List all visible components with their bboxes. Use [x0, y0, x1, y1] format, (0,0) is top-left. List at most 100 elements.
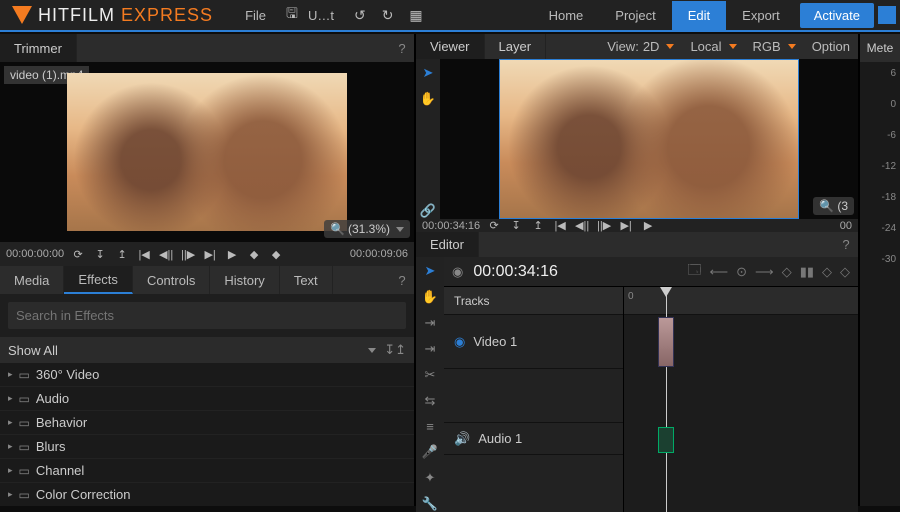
- save-untitled-label[interactable]: U…t: [308, 2, 344, 29]
- wrench-tool-icon[interactable]: 🔧: [422, 496, 438, 512]
- fx-category-item[interactable]: ▸▭Blurs: [0, 435, 414, 459]
- window-icon[interactable]: 🗔: [687, 261, 701, 283]
- speaker-icon[interactable]: 🔊: [454, 431, 470, 447]
- redo-icon[interactable]: ↻: [376, 3, 400, 28]
- fx-help-icon[interactable]: ?: [390, 266, 414, 294]
- keyframe-icon[interactable]: ◇: [782, 264, 792, 280]
- hand-tool-icon[interactable]: ✋: [420, 91, 436, 107]
- go-start-icon[interactable]: |◀: [552, 219, 568, 232]
- viewer-tc: 00:00:34:16: [422, 220, 480, 232]
- track-area[interactable]: 0: [624, 287, 858, 512]
- fx-category-label: Channel: [36, 463, 84, 478]
- go-end-icon[interactable]: ▶|: [202, 248, 218, 261]
- fx-category-item[interactable]: ▸▭Audio: [0, 387, 414, 411]
- set-in-icon[interactable]: ↧: [508, 219, 524, 232]
- fx-category-item[interactable]: ▸▭360° Video: [0, 363, 414, 387]
- nav-edit[interactable]: Edit: [672, 1, 726, 30]
- fx-category-label: 360° Video: [36, 367, 100, 382]
- eye-icon[interactable]: ◉: [454, 334, 465, 350]
- cut-tool-icon[interactable]: ✂: [425, 367, 436, 383]
- audio-clip[interactable]: [658, 427, 674, 453]
- mic-tool-icon[interactable]: 🎤: [422, 444, 438, 460]
- playhead-timecode[interactable]: 00:00:34:16: [473, 263, 558, 281]
- swap-tool-icon[interactable]: ⇆: [425, 393, 436, 409]
- nav-prev-icon[interactable]: ⟵: [710, 264, 729, 280]
- viewer-preview[interactable]: 🔍 (3: [440, 59, 858, 219]
- fx-search-input[interactable]: [8, 302, 406, 329]
- step-back-icon[interactable]: ◀||: [574, 219, 590, 232]
- activate-button[interactable]: Activate: [800, 3, 874, 28]
- set-out-icon[interactable]: ↥: [530, 219, 546, 232]
- step-fwd-icon[interactable]: ||▶: [180, 248, 196, 261]
- tab-media[interactable]: Media: [0, 266, 64, 294]
- viewer-view-mode[interactable]: View: 2D: [599, 34, 682, 59]
- fx-categories-list[interactable]: ▸▭360° Video▸▭Audio▸▭Behavior▸▭Blurs▸▭Ch…: [0, 363, 414, 506]
- fx-filter-label: Show All: [8, 343, 58, 358]
- nav-project[interactable]: Project: [599, 1, 671, 30]
- tab-trimmer[interactable]: Trimmer: [0, 34, 77, 62]
- viewer-zoom[interactable]: 🔍 (3: [813, 197, 854, 215]
- set-in-icon[interactable]: ↧: [92, 248, 108, 261]
- nav-next-icon[interactable]: ⟶: [755, 264, 774, 280]
- audio-track-row[interactable]: 🔊 Audio 1: [444, 423, 623, 455]
- tab-effects[interactable]: Effects: [64, 266, 133, 294]
- sort-icon[interactable]: ↧↥: [384, 342, 406, 358]
- marker1-icon[interactable]: ◆: [246, 248, 262, 261]
- nav-export[interactable]: Export: [726, 1, 796, 30]
- set-out-icon[interactable]: ↥: [114, 248, 130, 261]
- notification-indicator[interactable]: [878, 6, 896, 24]
- snap-tool-icon[interactable]: ⇥: [425, 315, 436, 331]
- meter-mark: -18: [882, 192, 896, 203]
- step-fwd-icon[interactable]: ||▶: [596, 219, 612, 232]
- nav-home[interactable]: Home: [533, 1, 600, 30]
- app-logo: HITFILM EXPRESS: [0, 5, 225, 26]
- meters-title[interactable]: Mete: [860, 34, 900, 62]
- workspace-grid-icon[interactable]: ▦: [403, 3, 428, 28]
- play-icon[interactable]: ▶: [640, 219, 656, 232]
- ripple-tool-icon[interactable]: ≡: [426, 419, 434, 434]
- tab-text[interactable]: Text: [280, 266, 333, 294]
- visibility-icon[interactable]: ◉: [452, 264, 463, 280]
- go-end-icon[interactable]: ▶|: [618, 219, 634, 232]
- fx-category-item[interactable]: ▸▭Color Correction: [0, 483, 414, 506]
- viewer-channels[interactable]: RGB: [745, 34, 804, 59]
- loop-icon[interactable]: ⟳: [486, 219, 502, 232]
- video-clip[interactable]: [658, 317, 674, 367]
- keyframe2-icon[interactable]: ◇: [840, 264, 850, 280]
- tab-history[interactable]: History: [210, 266, 279, 294]
- triangle-icon: ▸: [8, 441, 13, 452]
- pause-icon[interactable]: ▮▮: [800, 264, 814, 280]
- trimmer-preview[interactable]: video (1).mp4 🔍 (31.3%): [0, 62, 414, 242]
- tab-editor[interactable]: Editor: [416, 232, 479, 257]
- loop-icon[interactable]: ⟳: [70, 248, 86, 261]
- fx-category-item[interactable]: ▸▭Behavior: [0, 411, 414, 435]
- play-icon[interactable]: ▶: [224, 248, 240, 261]
- spark-tool-icon[interactable]: ✦: [425, 470, 436, 486]
- undo-icon[interactable]: ↺: [348, 3, 372, 28]
- save-icon[interactable]: 🖫: [280, 0, 304, 31]
- trimmer-zoom[interactable]: 🔍 (31.3%): [324, 220, 410, 238]
- snap2-tool-icon[interactable]: ⇥: [425, 341, 436, 357]
- tab-viewer[interactable]: Viewer: [416, 34, 485, 59]
- link-tool-icon[interactable]: 🔗: [420, 203, 436, 219]
- viewer-options[interactable]: Option: [804, 34, 858, 59]
- fx-filter-row[interactable]: Show All ↧↥: [0, 337, 414, 363]
- video-track-row[interactable]: ◉ Video 1: [444, 315, 623, 369]
- menu-file[interactable]: File: [235, 2, 276, 29]
- step-back-icon[interactable]: ◀||: [158, 248, 174, 261]
- editor-help-icon[interactable]: ?: [834, 232, 858, 257]
- fx-category-item[interactable]: ▸▭Channel: [0, 459, 414, 483]
- viewer-space[interactable]: Local: [682, 34, 744, 59]
- nav-home-icon[interactable]: ⊙: [736, 264, 747, 280]
- keyframe-end-icon[interactable]: ◇: [822, 264, 832, 280]
- tab-layer[interactable]: Layer: [485, 34, 547, 59]
- trimmer-help-icon[interactable]: ?: [390, 34, 414, 62]
- meter-mark: -30: [882, 254, 896, 265]
- marker2-icon[interactable]: ◆: [268, 248, 284, 261]
- go-start-icon[interactable]: |◀: [136, 248, 152, 261]
- pointer-tool-icon[interactable]: ➤: [425, 263, 436, 279]
- hand-tool-icon[interactable]: ✋: [422, 289, 438, 305]
- pointer-tool-icon[interactable]: ➤: [423, 65, 434, 81]
- meter-mark: -6: [887, 130, 896, 141]
- tab-controls[interactable]: Controls: [133, 266, 210, 294]
